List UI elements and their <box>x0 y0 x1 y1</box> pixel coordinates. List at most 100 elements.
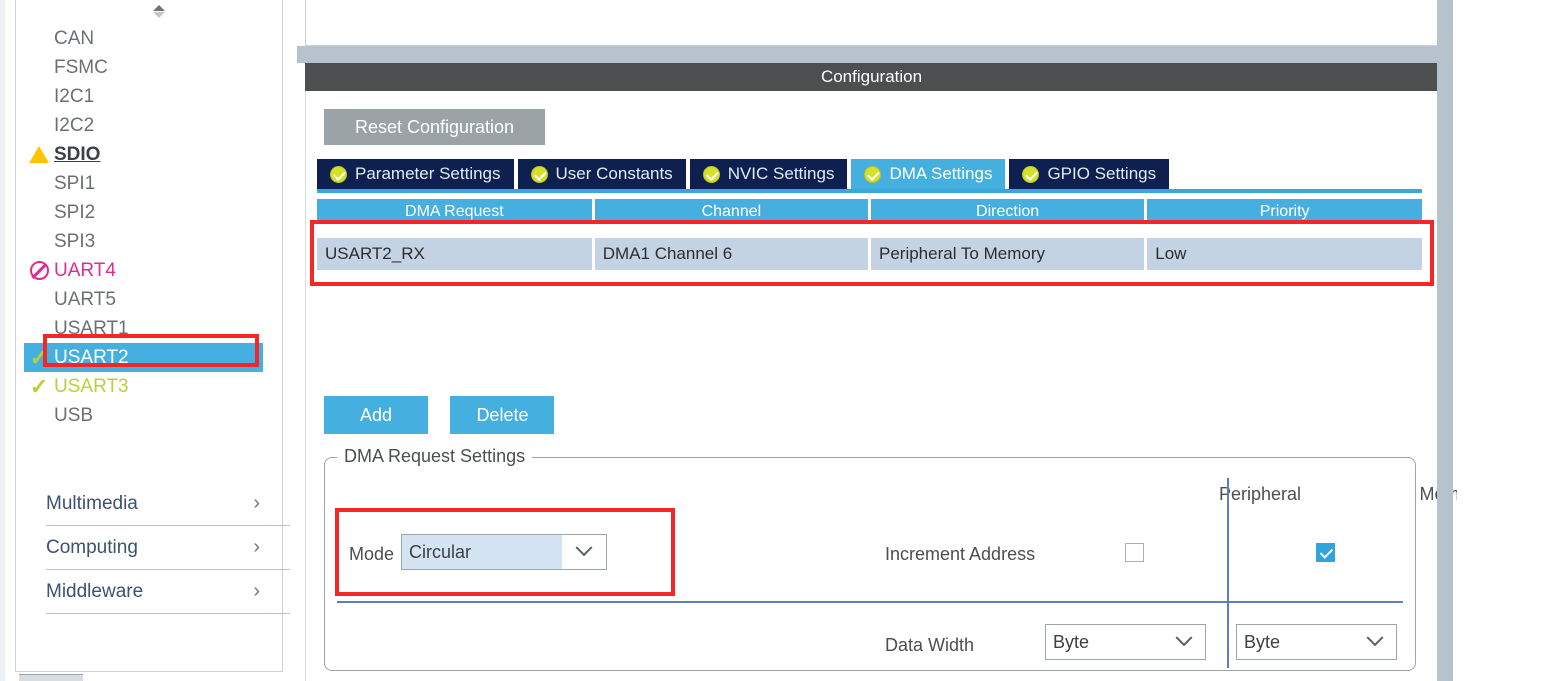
sidebar-item-uart5[interactable]: UART5 <box>16 285 282 314</box>
upper-panel-remnant <box>305 0 1438 46</box>
table-cell[interactable]: USART2_RX <box>317 238 595 270</box>
table-cell[interactable]: Peripheral To Memory <box>869 238 1148 270</box>
tab-parameter-settings[interactable]: Parameter Settings <box>317 159 514 189</box>
check-circle-icon <box>1022 165 1040 183</box>
sidebar-bottom-stub <box>19 674 83 681</box>
outer-background <box>1457 0 1541 681</box>
no-icon <box>28 405 50 427</box>
tab-user-constants[interactable]: User Constants <box>517 159 686 189</box>
group-vertical-divider <box>1227 478 1229 668</box>
sidebar-item-label: USART1 <box>54 317 129 339</box>
main-area: Configuration Reset Configuration Parame… <box>296 0 1485 681</box>
sidebar-item-can[interactable]: CAN <box>16 24 282 53</box>
sidebar-item-spi2[interactable]: SPI2 <box>16 198 282 227</box>
scroll-down-arrow-icon[interactable] <box>153 11 165 18</box>
dma-table-body: USART2_RX DMA1 Channel 6 Peripheral To Mem… <box>317 224 1422 270</box>
check-icon: ✓ <box>29 344 49 370</box>
table-cell[interactable]: DMA1 Channel 6 <box>593 238 872 270</box>
scroll-spinner-icon[interactable] <box>148 2 170 20</box>
scroll-up-arrow-icon[interactable] <box>153 4 165 11</box>
chevron-down-icon[interactable] <box>1163 629 1205 648</box>
table-row[interactable]: USART2_RX DMA1 Channel 6 Peripheral To Mem… <box>317 238 1422 270</box>
increment-address-peripheral-checkbox[interactable] <box>1125 543 1144 562</box>
sidebar-panel: CAN FSMC I2C1 I2C2 SDIO SPI1 SPI2 SPI3 UART4 UART… <box>15 0 290 672</box>
configuration-header-title: Configuration <box>820 67 923 86</box>
tab-dma-settings[interactable]: DMA Settings <box>851 159 1006 189</box>
data-width-peripheral-dropdown[interactable]: Byte <box>1045 624 1206 660</box>
no-icon <box>28 318 50 340</box>
sidebar-item-label: SPI2 <box>54 201 96 223</box>
dma-table-header-row: DMA Request Channel Direction Priority <box>317 199 1422 224</box>
sidebar-item-label: FSMC <box>54 56 108 78</box>
right-scroll-rail[interactable] <box>1437 0 1453 681</box>
sidebar-item-label: UART4 <box>54 259 116 281</box>
increment-address-memory-checkbox[interactable] <box>1316 543 1335 562</box>
app-root: CAN FSMC I2C1 I2C2 SDIO SPI1 SPI2 SPI3 UART4 UART… <box>0 0 1541 681</box>
category-item-computing[interactable]: Computing › <box>46 526 290 570</box>
table-column-header[interactable]: Priority <box>1145 199 1422 224</box>
tab-nvic-settings[interactable]: NVIC Settings <box>689 159 848 189</box>
sidebar-item-label: SPI3 <box>54 230 96 252</box>
column-header-peripheral: Peripheral <box>1218 484 1302 504</box>
mode-label: Mode <box>349 544 395 564</box>
sidebar-item-uart4[interactable]: UART4 <box>16 256 282 285</box>
data-width-memory-dropdown[interactable]: Byte <box>1236 624 1397 660</box>
check-icon: ✓ <box>29 373 49 399</box>
warning-triangle-icon <box>28 144 50 166</box>
sidebar-item-usart1[interactable]: USART1 <box>16 314 282 343</box>
table-cell[interactable]: Low <box>1145 238 1422 270</box>
sidebar-item-i2c2[interactable]: I2C2 <box>16 111 282 140</box>
check-circle-icon <box>702 165 720 183</box>
sidebar-item-usart2[interactable]: ✓ USART2 <box>24 343 263 372</box>
table-action-buttons: Add Delete <box>324 396 572 434</box>
configuration-header: Configuration <box>305 63 1438 91</box>
sidebar-item-label: UART5 <box>54 288 116 310</box>
sidebar-item-spi1[interactable]: SPI1 <box>16 169 282 198</box>
check-circle-icon <box>530 165 548 183</box>
table-spacer-row <box>317 224 1422 238</box>
panel-divider-band <box>297 46 1438 63</box>
table-column-header[interactable]: DMA Request <box>317 199 595 224</box>
no-icon <box>28 202 50 224</box>
sidebar-item-label: I2C1 <box>54 85 95 107</box>
chevron-down-icon[interactable] <box>1354 629 1396 648</box>
category-label: Computing <box>46 536 138 558</box>
sidebar-item-usart3[interactable]: ✓ USART3 <box>16 372 282 401</box>
forbidden-icon <box>28 260 50 282</box>
sidebar-item-i2c1[interactable]: I2C1 <box>16 82 282 111</box>
chevron-right-icon: › <box>253 536 260 558</box>
sidebar-item-fsmc[interactable]: FSMC <box>16 53 282 82</box>
category-item-multimedia[interactable]: Multimedia › <box>46 482 290 526</box>
sidebar-item-sdio[interactable]: SDIO <box>16 140 282 169</box>
check-circle-icon <box>330 165 347 183</box>
data-width-peripheral-value: Byte <box>1053 631 1090 652</box>
sidebar-item-label: CAN <box>54 27 95 49</box>
delete-button[interactable]: Delete <box>450 396 555 434</box>
category-label: Middleware <box>46 580 144 602</box>
tab-label: Parameter Settings <box>355 164 501 183</box>
category-item-middleware[interactable]: Middleware › <box>46 570 290 614</box>
table-column-header[interactable]: Channel <box>593 199 872 224</box>
group-legend: DMA Request Settings <box>337 446 533 467</box>
sidebar-item-label: SDIO <box>54 143 101 165</box>
mode-dropdown-value: Circular <box>402 535 562 569</box>
tab-gpio-settings[interactable]: GPIO Settings <box>1009 159 1170 189</box>
sidebar-item-spi3[interactable]: SPI3 <box>16 227 282 256</box>
sidebar-item-usb[interactable]: USB <box>16 401 282 430</box>
table-column-header[interactable]: Direction <box>869 199 1148 224</box>
mode-dropdown[interactable]: Circular <box>401 534 607 570</box>
no-icon <box>28 231 50 253</box>
tab-label: User Constants <box>555 164 673 183</box>
no-icon <box>28 57 50 79</box>
sidebar-item-label: I2C2 <box>54 114 95 136</box>
dma-request-table: DMA Request Channel Direction Priority USAR… <box>317 199 1422 270</box>
settings-tab-bar: Parameter Settings User Constants NVIC Set… <box>317 159 1422 191</box>
sidebar-item-label: USART2 <box>54 346 129 368</box>
add-button[interactable]: Add <box>324 396 428 434</box>
no-icon <box>28 28 50 50</box>
data-width-memory-value: Byte <box>1244 631 1281 652</box>
reset-configuration-button[interactable]: Reset Configuration <box>324 109 545 145</box>
sidebar-item-label: USART3 <box>54 375 129 397</box>
chevron-down-icon[interactable] <box>562 535 606 569</box>
no-icon <box>28 173 50 195</box>
